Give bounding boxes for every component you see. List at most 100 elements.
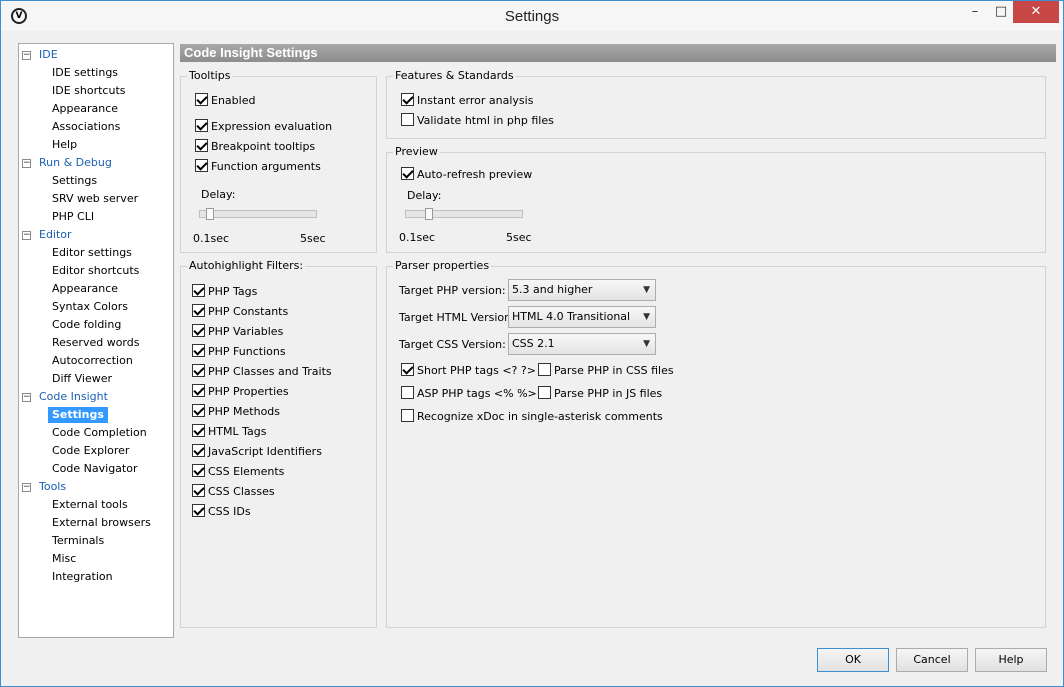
target-php-version-select[interactable]: 5.3 and higher ▼ [508,279,656,301]
checkbox-box[interactable] [195,139,208,152]
tree-item[interactable]: Diff Viewer [19,370,173,388]
checkbox-box[interactable] [401,113,414,126]
close-button[interactable]: ✕ [1013,1,1059,23]
tree-item[interactable]: Misc [19,550,173,568]
tree-item[interactable]: Code Explorer [19,442,173,460]
tree-group[interactable]: − Editor [19,226,173,244]
settings-tree[interactable]: − IDE IDE settings IDE shortcuts Appearance A… [18,43,174,638]
checkbox-box[interactable] [192,364,205,377]
tree-item[interactable]: Appearance [19,280,173,298]
checkbox-box[interactable] [192,404,205,417]
checkbox-box[interactable] [192,424,205,437]
autohighlight-filter-checkbox[interactable]: PHP Variables [192,324,283,340]
tree-item[interactable]: IDE settings [19,64,173,82]
checkbox-label: PHP Methods [208,405,281,418]
features-group: Features & Standards Instant error analy… [386,69,1046,139]
instant-error-analysis-checkbox[interactable]: Instant error analysis [401,93,533,109]
tree-item[interactable]: External tools [19,496,173,514]
parse-php-in-css-checkbox[interactable]: Parse PHP in CSS files [538,363,674,379]
title-bar[interactable]: V Settings – □ ✕ [1,1,1063,31]
tree-item[interactable]: External browsers [19,514,173,532]
checkbox-box[interactable] [401,409,414,422]
tree-item[interactable]: Autocorrection [19,352,173,370]
parse-php-in-js-checkbox[interactable]: Parse PHP in JS files [538,386,662,402]
tree-group[interactable]: − Run & Debug [19,154,173,172]
tree-item[interactable]: Settings [19,172,173,190]
tree-item[interactable]: Appearance [19,100,173,118]
breakpoint-tooltips-checkbox[interactable]: Breakpoint tooltips [195,139,315,155]
tree-item[interactable]: Settings [19,406,173,424]
minimize-button[interactable]: – [965,1,985,23]
checkbox-box[interactable] [192,304,205,317]
target-html-version-select[interactable]: HTML 4.0 Transitional ▼ [508,306,656,328]
cancel-button[interactable]: Cancel [896,648,968,672]
checkbox-box[interactable] [192,444,205,457]
tree-group[interactable]: − Code Insight [19,388,173,406]
tooltips-delay-slider[interactable] [199,210,317,218]
ok-button[interactable]: OK [817,648,889,672]
tree-group[interactable]: − Tools [19,478,173,496]
tooltips-enabled-checkbox[interactable]: Enabled [195,93,255,109]
tooltips-delay-slider-thumb[interactable] [206,208,214,220]
checkbox-box[interactable] [192,324,205,337]
collapse-toggle-icon[interactable]: − [22,393,31,402]
autohighlight-filter-checkbox[interactable]: CSS Classes [192,484,275,500]
tree-item[interactable]: SRV web server [19,190,173,208]
checkbox-box[interactable] [192,484,205,497]
checkbox-box[interactable] [538,363,551,376]
tree-group[interactable]: − IDE [19,46,173,64]
checkbox-box[interactable] [195,93,208,106]
checkbox-box[interactable] [192,284,205,297]
tree-item[interactable]: Code Completion [19,424,173,442]
tree-item[interactable]: Syntax Colors [19,298,173,316]
checkbox-box[interactable] [195,159,208,172]
help-button[interactable]: Help [975,648,1047,672]
checkbox-box[interactable] [195,119,208,132]
autohighlight-filter-checkbox[interactable]: CSS Elements [192,464,284,480]
checkbox-box[interactable] [401,386,414,399]
recognize-xdoc-checkbox[interactable]: Recognize xDoc in single-asterisk commen… [401,409,663,425]
auto-refresh-preview-checkbox[interactable]: Auto-refresh preview [401,167,532,183]
tree-item[interactable]: Integration [19,568,173,586]
autohighlight-filter-checkbox[interactable]: PHP Functions [192,344,286,360]
tree-item[interactable]: Reserved words [19,334,173,352]
checkbox-box[interactable] [538,386,551,399]
checkbox-box[interactable] [192,464,205,477]
short-php-tags-checkbox[interactable]: Short PHP tags <? ?> [401,363,536,379]
preview-delay-slider-thumb[interactable] [425,208,433,220]
preview-delay-slider[interactable] [405,210,523,218]
tree-item[interactable]: Code folding [19,316,173,334]
collapse-toggle-icon[interactable]: − [22,483,31,492]
checkbox-box[interactable] [192,384,205,397]
autohighlight-filter-checkbox[interactable]: PHP Tags [192,284,257,300]
autohighlight-filter-checkbox[interactable]: PHP Constants [192,304,288,320]
autohighlight-filter-checkbox[interactable]: CSS IDs [192,504,251,520]
tree-item[interactable]: Help [19,136,173,154]
asp-php-tags-checkbox[interactable]: ASP PHP tags <% %> [401,386,537,402]
maximize-button[interactable]: □ [991,1,1011,23]
function-arguments-checkbox[interactable]: Function arguments [195,159,321,175]
checkbox-box[interactable] [192,344,205,357]
autohighlight-filter-checkbox[interactable]: PHP Methods [192,404,280,420]
autohighlight-filter-checkbox[interactable]: HTML Tags [192,424,266,440]
target-css-version-select[interactable]: CSS 2.1 ▼ [508,333,656,355]
expression-evaluation-checkbox[interactable]: Expression evaluation [195,119,332,135]
autohighlight-filter-checkbox[interactable]: PHP Properties [192,384,289,400]
tree-item[interactable]: PHP CLI [19,208,173,226]
autohighlight-filter-checkbox[interactable]: PHP Classes and Traits [192,364,332,380]
checkbox-box[interactable] [401,93,414,106]
tree-item[interactable]: IDE shortcuts [19,82,173,100]
autohighlight-filter-checkbox[interactable]: JavaScript Identifiers [192,444,322,460]
collapse-toggle-icon[interactable]: − [22,51,31,60]
collapse-toggle-icon[interactable]: − [22,159,31,168]
tree-item[interactable]: Associations [19,118,173,136]
tree-item[interactable]: Editor shortcuts [19,262,173,280]
checkbox-box[interactable] [192,504,205,517]
validate-html-checkbox[interactable]: Validate html in php files [401,113,554,129]
tree-item[interactable]: Code Navigator [19,460,173,478]
checkbox-box[interactable] [401,363,414,376]
collapse-toggle-icon[interactable]: − [22,231,31,240]
checkbox-box[interactable] [401,167,414,180]
tree-item[interactable]: Terminals [19,532,173,550]
tree-item[interactable]: Editor settings [19,244,173,262]
